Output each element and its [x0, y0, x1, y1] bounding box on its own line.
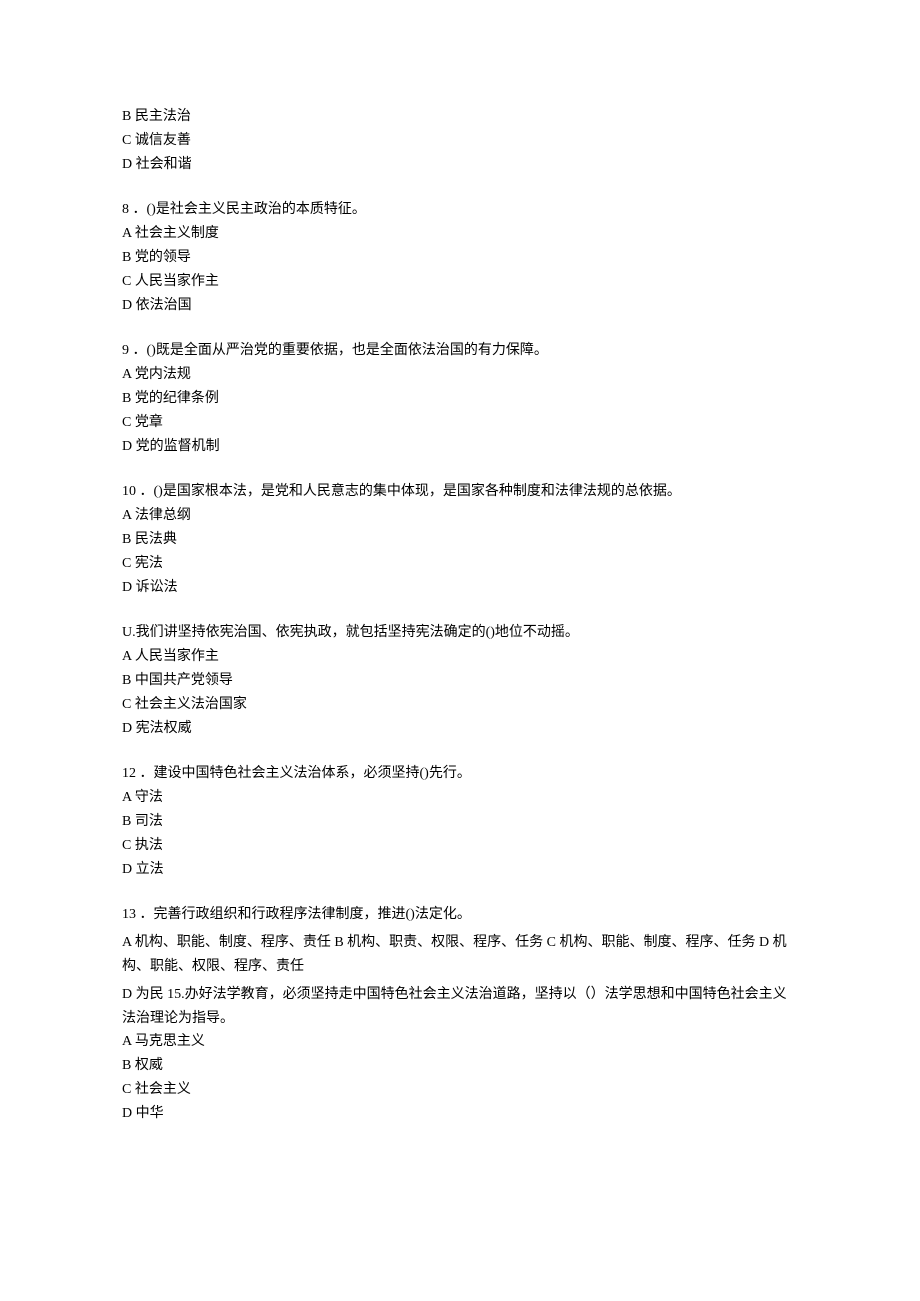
option-text: C 社会主义法治国家: [122, 693, 800, 717]
option-text: A 守法: [122, 786, 800, 810]
option-text: B 党的领导: [122, 246, 800, 270]
option-text: A 马克思主义: [122, 1030, 800, 1054]
option-text: C 宪法: [122, 552, 800, 576]
option-text: D 社会和谐: [122, 153, 800, 177]
question-stem: 13 ．完善行政组织和行政程序法律制度，推进()法定化。: [122, 903, 800, 927]
option-line: D 为民 15.办好法学教育，必须坚持走中国特色社会主义法治道路，坚持以（）法学…: [122, 983, 800, 1031]
option-text: A 人民当家作主: [122, 645, 800, 669]
question-7-tail: B 民主法治 C 诚信友善 D 社会和谐: [122, 105, 800, 176]
question-stem: 12 ．建设中国特色社会主义法治体系，必须坚持()先行。: [122, 762, 800, 786]
question-stem: 9 ．()既是全面从严治党的重要依据，也是全面依法治国的有力保障。: [122, 339, 800, 363]
question-8: 8 ．()是社会主义民主政治的本质特征。 A 社会主义制度 B 党的领导 C 人…: [122, 198, 800, 317]
question-stem: 8 ．()是社会主义民主政治的本质特征。: [122, 198, 800, 222]
option-text: C 诚信友善: [122, 129, 800, 153]
option-text: C 党章: [122, 411, 800, 435]
option-text: B 权威: [122, 1054, 800, 1078]
option-text: D 立法: [122, 858, 800, 882]
option-text: B 民法典: [122, 528, 800, 552]
option-text: B 党的纪律条例: [122, 387, 800, 411]
option-text: B 中国共产党领导: [122, 669, 800, 693]
option-text: D 诉讼法: [122, 576, 800, 600]
question-stem: U.我们讲坚持依宪治国、依宪执政，就包括坚持宪法确定的()地位不动摇。: [122, 621, 800, 645]
question-11: U.我们讲坚持依宪治国、依宪执政，就包括坚持宪法确定的()地位不动摇。 A 人民…: [122, 621, 800, 740]
question-12: 12 ．建设中国特色社会主义法治体系，必须坚持()先行。 A 守法 B 司法 C…: [122, 762, 800, 881]
option-text: D 中华: [122, 1102, 800, 1126]
option-text: A 法律总纲: [122, 504, 800, 528]
option-text: A 社会主义制度: [122, 222, 800, 246]
option-line: A 机构、职能、制度、程序、责任 B 机构、职责、权限、程序、任务 C 机构、职…: [122, 931, 800, 979]
option-text: C 社会主义: [122, 1078, 800, 1102]
option-text: B 司法: [122, 810, 800, 834]
option-text: C 人民当家作主: [122, 270, 800, 294]
question-stem: 10 ．()是国家根本法，是党和人民意志的集中体现，是国家各种制度和法律法规的总…: [122, 480, 800, 504]
question-13: 13 ．完善行政组织和行政程序法律制度，推进()法定化。 A 机构、职能、制度、…: [122, 903, 800, 1125]
option-text: B 民主法治: [122, 105, 800, 129]
option-text: D 宪法权威: [122, 717, 800, 741]
option-text: D 党的监督机制: [122, 435, 800, 459]
option-text: C 执法: [122, 834, 800, 858]
option-text: D 依法治国: [122, 294, 800, 318]
option-text: A 党内法规: [122, 363, 800, 387]
question-9: 9 ．()既是全面从严治党的重要依据，也是全面依法治国的有力保障。 A 党内法规…: [122, 339, 800, 458]
question-10: 10 ．()是国家根本法，是党和人民意志的集中体现，是国家各种制度和法律法规的总…: [122, 480, 800, 599]
document-page: B 民主法治 C 诚信友善 D 社会和谐 8 ．()是社会主义民主政治的本质特征…: [0, 0, 920, 1301]
